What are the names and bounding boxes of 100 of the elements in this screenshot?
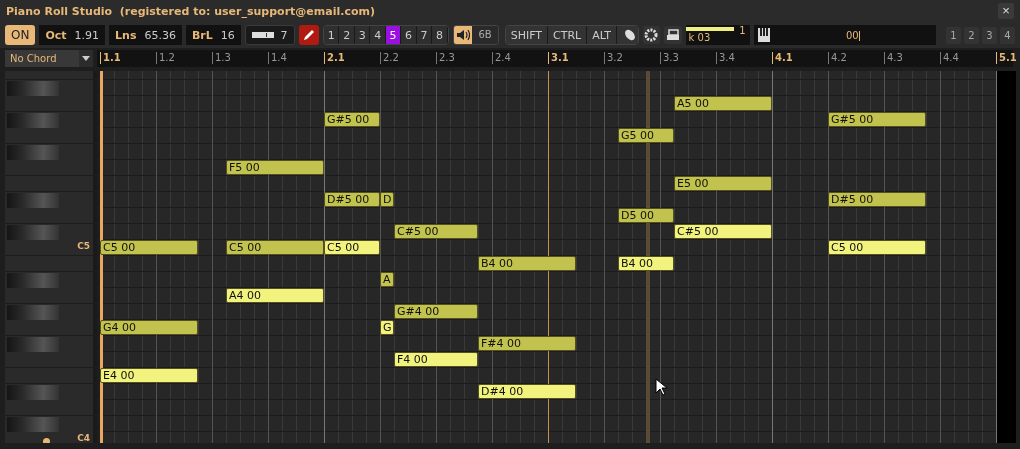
speaker-button[interactable]	[453, 26, 473, 44]
note-block[interactable]: F4 00	[394, 352, 478, 367]
ruler-mark: 3.3	[660, 51, 679, 64]
note-block[interactable]: G#4 00	[394, 304, 478, 319]
value-field[interactable]: BrL 16	[185, 25, 241, 45]
field-value: 16	[220, 28, 235, 42]
field-value: 1.91	[74, 28, 100, 42]
pencil-icon	[301, 28, 316, 42]
marker-dot-icon	[43, 438, 50, 443]
key-label: C4	[77, 433, 90, 443]
channel-button[interactable]: 1	[323, 26, 340, 44]
settings-button[interactable]	[642, 26, 661, 44]
settings-icon	[644, 28, 659, 42]
modifier-key[interactable]: SHIFT	[505, 26, 549, 44]
loop-start-marker[interactable]	[100, 71, 103, 443]
caret-icon	[82, 55, 90, 61]
note-block[interactable]: D5 00	[618, 208, 674, 223]
piano-key[interactable]	[7, 417, 59, 432]
chord-dropdown[interactable]: No Chord	[5, 49, 93, 67]
ruler-mark: 1.2	[156, 51, 175, 64]
piano-key[interactable]	[7, 225, 59, 240]
note-block[interactable]: D#5 00	[324, 192, 380, 207]
note-block[interactable]: B4 00	[478, 256, 576, 271]
ruler-mark: 1.4	[268, 51, 287, 64]
ruler-mark: 1.3	[212, 51, 231, 64]
layer-button[interactable]: 4	[999, 26, 1015, 44]
note-block[interactable]: F5 00	[226, 160, 324, 175]
note-block[interactable]: D#5 00	[828, 192, 926, 207]
note-block[interactable]: C5 00	[324, 240, 380, 255]
value-field[interactable]: Oct 1.91	[39, 25, 106, 45]
note-block[interactable]: A5 00	[674, 96, 772, 111]
note-block[interactable]: C5 00	[100, 240, 198, 255]
note-block[interactable]: G#5 00	[828, 112, 926, 127]
note-block[interactable]: C#5 00	[394, 224, 478, 239]
piano-keyboard[interactable]: C5 C4	[5, 71, 97, 443]
ruler-mark: 3.2	[604, 51, 623, 64]
ruler-mark: 4.2	[828, 51, 847, 64]
piano-key[interactable]	[7, 145, 59, 160]
note-block[interactable]: G#5 00	[324, 112, 380, 127]
ruler-mark: 2.3	[436, 51, 455, 64]
field-label: Lns	[115, 28, 137, 42]
window-button[interactable]	[664, 26, 682, 44]
speaker-icon	[456, 29, 471, 41]
ruler-mark: 2.1	[324, 51, 345, 64]
ruler-mark: 2.4	[492, 51, 511, 64]
field-label: BrL	[191, 28, 213, 42]
note-block[interactable]: A4 00	[226, 288, 324, 303]
piano-key[interactable]	[7, 81, 59, 96]
piano-key[interactable]	[7, 385, 59, 400]
value-field[interactable]: Lns 65.36	[109, 25, 182, 45]
ruler-mark: 1.1	[100, 51, 121, 64]
layer-button[interactable]: 1	[945, 26, 961, 44]
field-value: 7	[280, 28, 288, 42]
close-button[interactable]: ×	[998, 3, 1014, 19]
ruler-mark: 3.4	[716, 51, 735, 64]
modifier-key[interactable]: CTRL	[548, 26, 588, 44]
piano-icon	[757, 28, 770, 42]
meter-label: k 03	[688, 32, 712, 43]
ruler-mark: 3.1	[548, 51, 569, 64]
window-title: Piano Roll Studio (registered to: user_support@email.com)	[6, 4, 375, 18]
piano-key[interactable]	[7, 273, 59, 288]
piano-key[interactable]	[7, 113, 59, 128]
note-block[interactable]: G4 00	[100, 320, 198, 335]
modifier-key[interactable]: ALT	[587, 26, 618, 44]
note-block[interactable]: D#4 00	[478, 384, 576, 399]
piano-key[interactable]	[7, 193, 59, 208]
layer-button[interactable]: 2	[963, 26, 979, 44]
ruler-mark: 4.3	[884, 51, 903, 64]
meter-value: 1	[739, 25, 746, 36]
mouse-pointer-icon	[655, 378, 667, 396]
field-label: Oct	[45, 28, 67, 42]
note-block[interactable]: C5 00	[828, 240, 926, 255]
note-block[interactable]: E5 00	[674, 176, 772, 191]
note-block[interactable]: C5 00	[226, 240, 324, 255]
field-value: 65.36	[144, 28, 176, 42]
ruler-mark: 5.1	[996, 51, 1017, 64]
pencil-button[interactable]	[298, 25, 319, 45]
ruler-mark: 4.1	[772, 51, 793, 64]
note-block[interactable]: F#4 00	[478, 336, 576, 351]
note-grid[interactable]: A5 00 G#5 00 G#5 00 G5 00 F5 00 E5 00 D#5 00 D D#5 00 D5 00 C#5 00 C#5 00 C5 00 C5 00 C5 00 C5 00 B4 00 B4 00 A A4 00 G#4 00 G4 00 G F#4 00 F4 00 E4 00 D#4 00	[100, 71, 1016, 443]
note-block[interactable]: C#5 00	[674, 224, 772, 239]
slider-icon	[251, 32, 274, 38]
ruler-mark: 4.4	[940, 51, 959, 64]
input-value: 00	[844, 29, 861, 41]
key-label: C5	[77, 241, 90, 251]
note-block[interactable]: B4 00	[618, 256, 674, 271]
mouse-button[interactable]	[617, 26, 638, 44]
note-block[interactable]: G	[380, 320, 394, 335]
note-block[interactable]: E4 00	[100, 368, 198, 383]
piano-key[interactable]	[7, 337, 59, 352]
layer-button[interactable]: 3	[981, 26, 997, 44]
note-block[interactable]: A	[380, 272, 394, 287]
window-icon	[665, 29, 680, 41]
power-toggle[interactable]: ON	[5, 25, 36, 45]
note-block[interactable]: D	[380, 192, 394, 207]
velocity-field[interactable]: 7	[244, 25, 295, 45]
note-block[interactable]: G5 00	[618, 128, 674, 143]
piano-key[interactable]	[7, 305, 59, 320]
note-input-field[interactable]: 00	[753, 25, 936, 45]
ruler-mark: 2.2	[380, 51, 399, 64]
